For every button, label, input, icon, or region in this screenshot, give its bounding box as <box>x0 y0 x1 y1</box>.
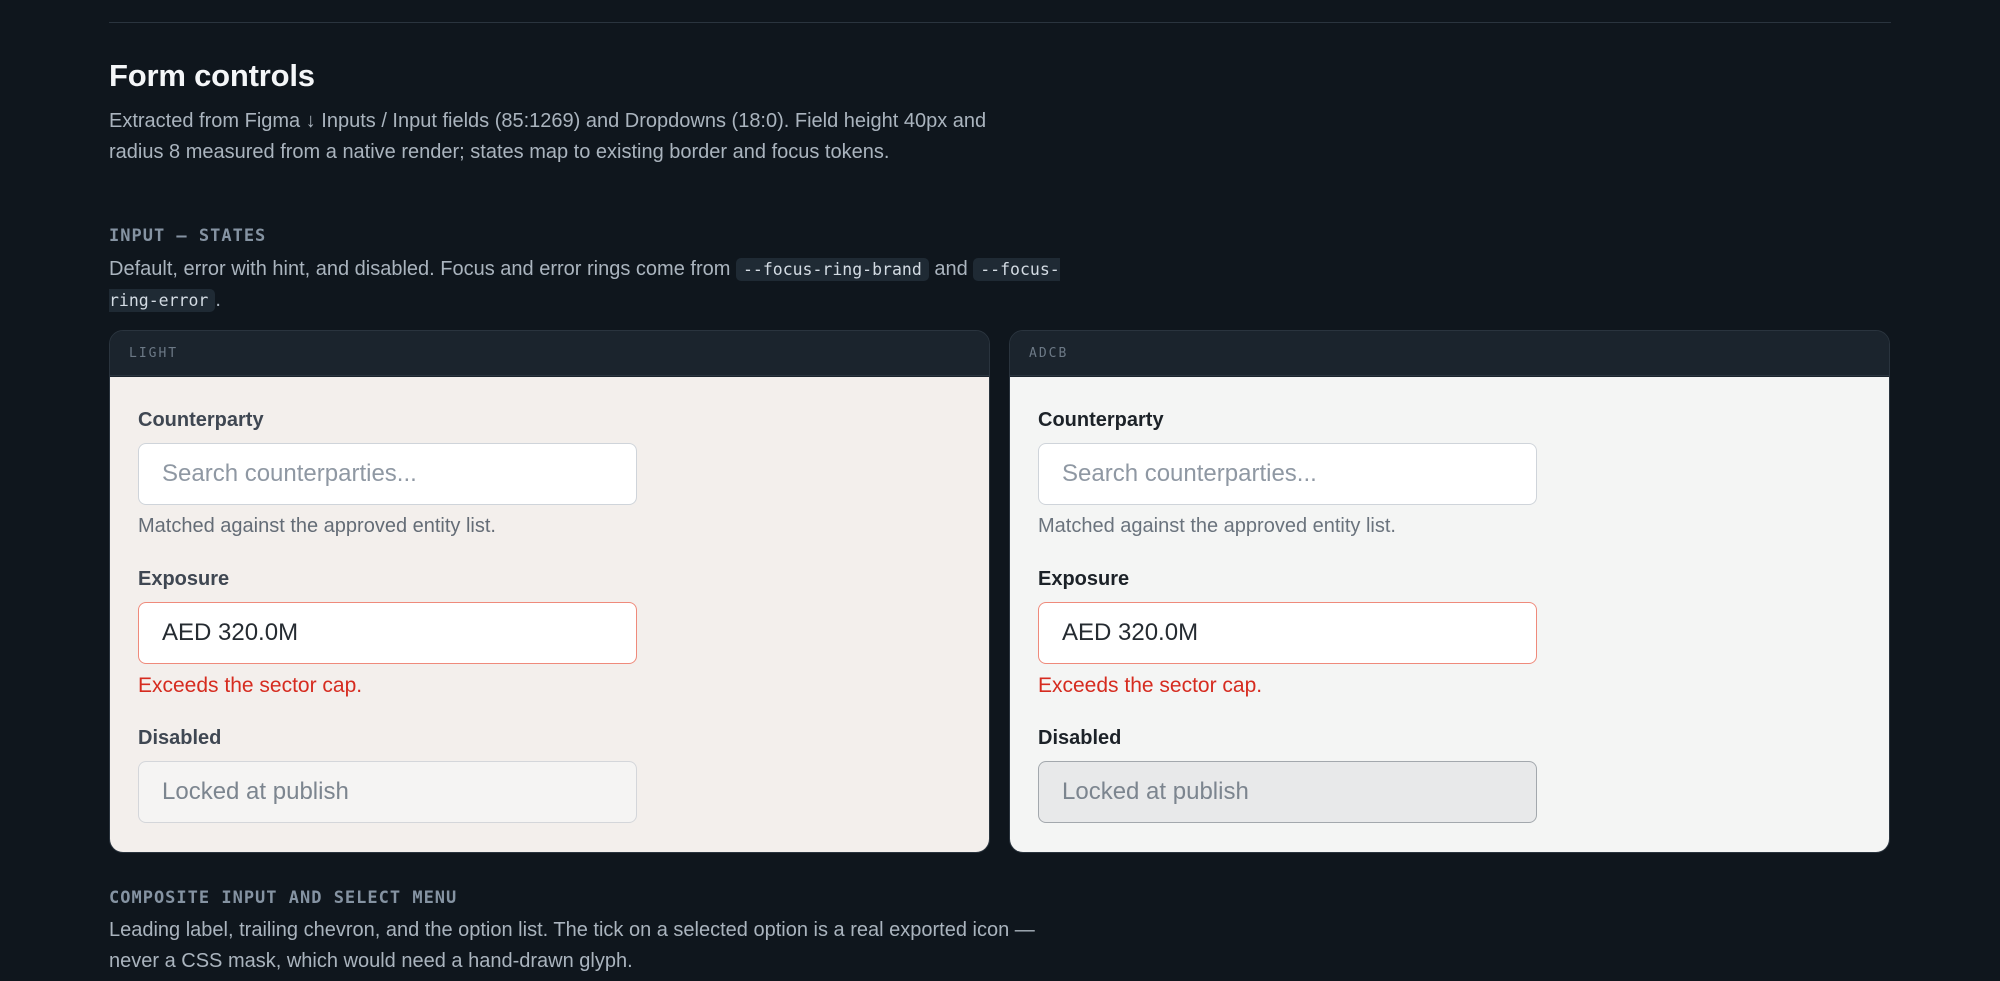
input-states-desc-and: and <box>928 258 974 280</box>
input-states-heading: INPUT — STATES <box>109 226 267 246</box>
disabled-placeholder: Locked at publish <box>162 778 349 805</box>
composite-description: Leading label, trailing chevron, and the… <box>109 919 1035 972</box>
panel-theme-label: ADCB <box>1010 331 1889 376</box>
exposure-error-message: Exceeds the sector cap. <box>1038 674 1263 697</box>
counterparty-placeholder: Search counterparties... <box>1062 460 1317 487</box>
section-description: Extracted from Figma ↓ Inputs / Input fi… <box>109 110 987 163</box>
counterparty-label: Counterparty <box>1038 409 1164 431</box>
disabled-input: Locked at publish <box>138 761 637 823</box>
section-divider <box>109 22 1891 23</box>
adcb-theme-panel: ADCB Counterparty Search counterparties.… <box>1009 330 1890 853</box>
counterparty-placeholder: Search counterparties... <box>162 460 417 487</box>
counterparty-label: Counterparty <box>138 409 264 431</box>
input-states-desc-suffix: . <box>215 289 221 311</box>
light-theme-panel: LIGHT Counterparty Search counterparties… <box>109 330 990 853</box>
input-states-description: Default, error with hint, and disabled. … <box>109 254 1069 316</box>
input-states-desc-prefix: Default, error with hint, and disabled. … <box>109 258 736 280</box>
panel-body: Counterparty Search counterparties... Ma… <box>1010 377 1889 852</box>
exposure-value: AED 320.0M <box>1062 619 1199 646</box>
counterparty-search-input[interactable]: Search counterparties... <box>1038 443 1537 505</box>
counterparty-hint: Matched against the approved entity list… <box>1038 515 1396 537</box>
disabled-placeholder: Locked at publish <box>1062 778 1249 805</box>
exposure-input[interactable]: AED 320.0M <box>1038 602 1537 664</box>
exposure-error-message: Exceeds the sector cap. <box>138 674 363 697</box>
exposure-value: AED 320.0M <box>162 619 299 646</box>
disabled-input: Locked at publish <box>1038 761 1537 823</box>
exposure-input[interactable]: AED 320.0M <box>138 602 637 664</box>
disabled-label: Disabled <box>1038 727 1122 749</box>
counterparty-search-input[interactable]: Search counterparties... <box>138 443 637 505</box>
panel-theme-label: LIGHT <box>110 331 989 376</box>
panel-body: Counterparty Search counterparties... Ma… <box>110 377 989 852</box>
focus-ring-brand-token: --focus-ring-brand <box>735 258 929 281</box>
composite-heading: COMPOSITE INPUT AND SELECT MENU <box>109 888 458 908</box>
section-title: Form controls <box>109 58 315 93</box>
exposure-label: Exposure <box>138 568 230 590</box>
exposure-label: Exposure <box>1038 568 1130 590</box>
counterparty-hint: Matched against the approved entity list… <box>138 515 496 537</box>
disabled-label: Disabled <box>138 727 222 749</box>
